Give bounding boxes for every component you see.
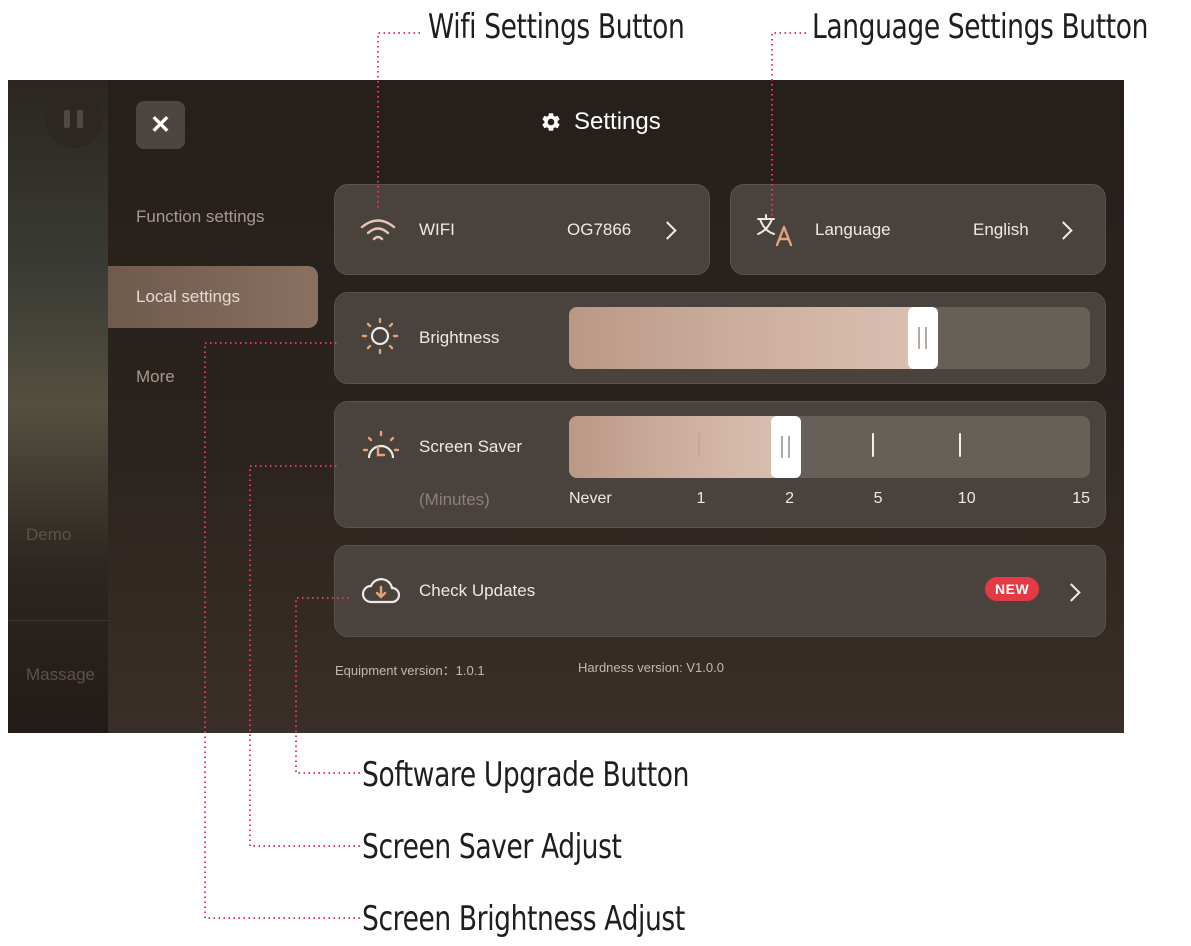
- screen-saver-option-label[interactable]: 10: [958, 490, 976, 508]
- language-value: English: [973, 220, 1029, 239]
- new-badge: NEW: [985, 577, 1040, 601]
- annotation-language: Language Settings Button: [812, 7, 1148, 47]
- device-screen: Demo Massage ✕ Settings Function setting…: [8, 80, 1124, 733]
- hardness-version: Hardness version: V1.0.0: [578, 660, 724, 675]
- check-updates-button[interactable]: Check Updates NEW: [334, 545, 1106, 637]
- close-icon: ✕: [150, 111, 171, 139]
- brightness-slider[interactable]: [569, 307, 1090, 369]
- screen-saver-tick: [871, 433, 874, 457]
- screen-saver-slider-handle[interactable]: [771, 416, 802, 478]
- screen-saver-option-label[interactable]: 5: [874, 490, 883, 508]
- cloud-download-icon: [361, 578, 401, 604]
- screen-saver-unit: (Minutes): [419, 490, 490, 509]
- brightness-label: Brightness: [419, 328, 500, 347]
- sunrise-timer-icon: [362, 430, 400, 459]
- wifi-label: WIFI: [419, 220, 455, 239]
- background-demo-label: Demo: [26, 525, 72, 544]
- annotation-upgrade: Software Upgrade Button: [362, 755, 690, 795]
- screen-saver-card: Screen Saver (Minutes) Never 1 2 5 10 15: [334, 401, 1106, 528]
- screen-saver-label: Screen Saver: [419, 437, 522, 456]
- check-updates-label: Check Updates: [419, 581, 536, 600]
- sun-icon: [361, 317, 399, 355]
- screen-saver-tick: [698, 433, 701, 457]
- annotation-wifi: Wifi Settings Button: [428, 7, 685, 47]
- chevron-right-icon: [1062, 583, 1081, 602]
- wifi-icon: [360, 219, 396, 241]
- screen-saver-option-label[interactable]: 2: [785, 490, 794, 508]
- background-app: Demo Massage: [8, 80, 108, 733]
- nav-local-settings[interactable]: Local settings: [108, 266, 318, 328]
- language-label: Language: [815, 220, 891, 239]
- screen-saver-slider[interactable]: [569, 416, 1090, 478]
- wifi-value: OG7866: [567, 220, 632, 239]
- screen-saver-tick: [958, 433, 961, 457]
- brightness-card: Brightness: [334, 292, 1106, 384]
- page-title: Settings: [540, 108, 661, 136]
- brightness-slider-handle[interactable]: [908, 307, 939, 369]
- brightness-fill: [569, 307, 924, 369]
- gear-icon: [542, 113, 560, 131]
- title-text: Settings: [574, 108, 661, 135]
- nav-function-settings[interactable]: Function settings: [108, 186, 318, 248]
- translate-icon: [757, 214, 793, 247]
- chevron-right-icon: [1054, 221, 1073, 240]
- screen-saver-option-label[interactable]: 15: [1072, 490, 1090, 508]
- chevron-right-icon: [658, 221, 677, 240]
- annotation-screen-saver: Screen Saver Adjust: [362, 827, 622, 867]
- background-massage-label: Massage: [26, 665, 95, 684]
- screen-saver-option-label[interactable]: 1: [697, 490, 706, 508]
- settings-panel: ✕ Settings Function settings Local setti…: [108, 80, 1124, 733]
- annotation-brightness: Screen Brightness Adjust: [362, 899, 685, 939]
- pause-button[interactable]: [45, 90, 103, 148]
- equipment-version: Equipment version：1.0.1: [335, 663, 485, 678]
- nav-more[interactable]: More: [108, 346, 318, 408]
- wifi-button[interactable]: WIFI OG7866: [334, 184, 710, 275]
- close-button[interactable]: ✕: [136, 101, 185, 149]
- screen-saver-fill: [569, 416, 787, 478]
- screen-saver-option-label[interactable]: Never: [569, 490, 612, 508]
- language-button[interactable]: Language English: [730, 184, 1106, 275]
